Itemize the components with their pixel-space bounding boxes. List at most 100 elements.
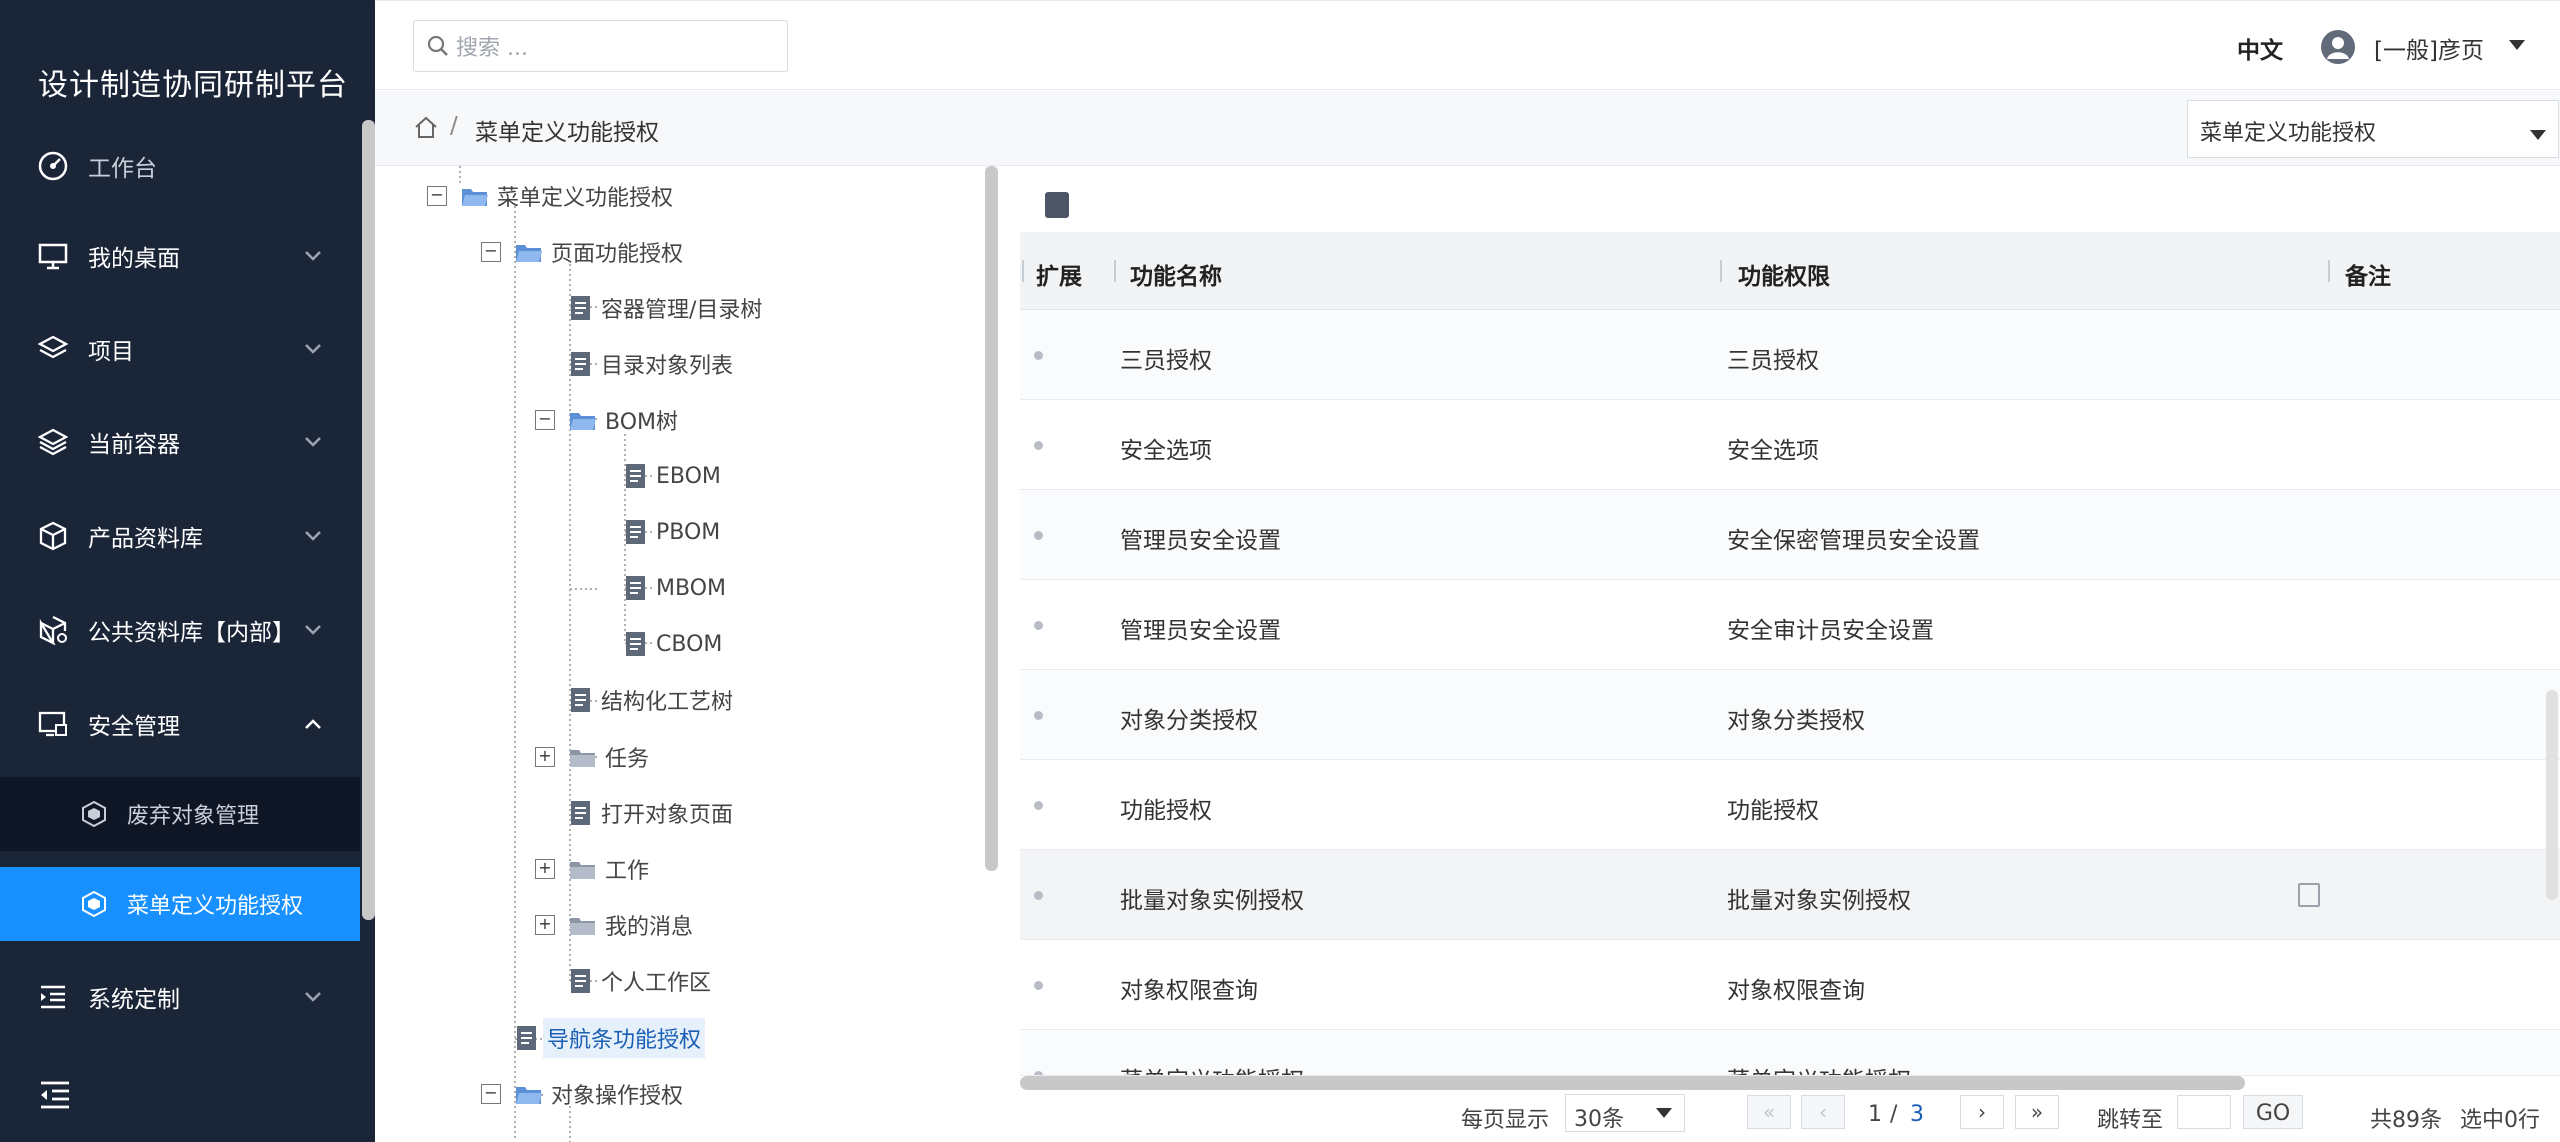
pagination: 每页显示 30条 « ‹ 1 / 3 › » 跳转至 GO 共89条 选中0行 xyxy=(1005,1090,2560,1142)
collapse-node-icon[interactable]: − xyxy=(535,410,555,430)
sidebar-item-workbench[interactable]: 工作台 xyxy=(0,122,362,210)
sidebar-collapse-icon[interactable] xyxy=(38,1078,72,1112)
cell-permission: 安全选项 xyxy=(1727,438,1819,464)
column-header-expand[interactable]: 扩展 xyxy=(1036,257,1082,291)
sidebar-item-label: 工作台 xyxy=(88,156,157,182)
column-header-function-name[interactable]: 功能名称 xyxy=(1130,257,1222,291)
chevron-down-icon xyxy=(304,246,322,267)
collapse-node-icon[interactable]: − xyxy=(481,1084,501,1104)
tree-node-work[interactable]: + 工作 xyxy=(535,849,653,889)
search-input[interactable]: 搜索 ... xyxy=(413,20,788,72)
table-row[interactable]: 安全选项 安全选项 xyxy=(1020,400,2560,490)
document-icon xyxy=(569,295,593,321)
tree-node-menu-auth[interactable]: − 菜单定义功能授权 xyxy=(427,176,677,216)
next-page-button[interactable]: › xyxy=(1960,1095,2004,1129)
sidebar-item-system-custom[interactable]: 系统定制 xyxy=(0,953,362,1041)
jump-page-input[interactable] xyxy=(2177,1095,2231,1129)
per-page-value: 30条 xyxy=(1574,1107,1624,1132)
sidebar-item-my-desktop[interactable]: 我的桌面 xyxy=(0,212,362,300)
row-expand-dot[interactable] xyxy=(1034,981,1043,990)
first-page-button[interactable]: « xyxy=(1747,1095,1791,1129)
table-vertical-scrollbar[interactable] xyxy=(2546,690,2558,900)
expand-node-icon[interactable]: + xyxy=(535,915,555,935)
chevron-down-icon xyxy=(304,526,322,547)
sidebar-subitem-menu-authorization[interactable]: 菜单定义功能授权 xyxy=(0,867,360,941)
column-header-permission[interactable]: 功能权限 xyxy=(1738,257,1830,291)
folder-open-icon xyxy=(569,408,597,432)
per-page-select[interactable]: 30条 xyxy=(1565,1094,1685,1132)
caret-down-icon[interactable] xyxy=(2507,37,2527,56)
table-row[interactable]: 管理员安全设置 安全审计员安全设置 xyxy=(1020,580,2560,670)
tree-node-personal-workspace[interactable]: 个人工作区 xyxy=(535,961,715,1001)
tree-node-ebom[interactable]: EBOM xyxy=(590,456,725,496)
go-button[interactable]: GO xyxy=(2243,1095,2303,1129)
dashboard-icon xyxy=(36,149,70,183)
document-icon xyxy=(569,687,593,713)
prev-page-button[interactable]: ‹ xyxy=(1801,1095,1845,1129)
expand-node-icon[interactable]: + xyxy=(535,859,555,879)
tree-node-cbom[interactable]: CBOM xyxy=(590,624,726,664)
tree-node-catalog-list[interactable]: 目录对象列表 xyxy=(535,344,737,384)
avatar[interactable] xyxy=(2321,30,2355,64)
row-expand-dot[interactable] xyxy=(1034,711,1043,720)
table-row[interactable]: 批量对象实例授权 批量对象实例授权 xyxy=(1020,850,2560,940)
sidebar-item-label: 公共资料库【内部】 xyxy=(88,620,295,646)
column-header-remark[interactable]: 备注 xyxy=(2345,257,2391,291)
expand-node-icon[interactable]: + xyxy=(535,747,555,767)
tree-node-navbar-auth[interactable]: 导航条功能授权 xyxy=(481,1018,706,1058)
tree-node-process-tree[interactable]: 结构化工艺树 xyxy=(535,680,737,720)
tree-node-container-mgmt[interactable]: 容器管理/目录树 xyxy=(535,288,766,328)
tree-scrollbar[interactable] xyxy=(985,166,998,871)
sidebar-item-current-container[interactable]: 当前容器 xyxy=(0,398,362,486)
sidebar-item-label: 产品资料库 xyxy=(88,526,203,552)
table-row[interactable]: 管理员安全设置 安全保密管理员安全设置 xyxy=(1020,490,2560,580)
tree-node-mbom[interactable]: MBOM xyxy=(590,568,730,608)
column-settings-icon[interactable] xyxy=(1045,192,1069,218)
document-icon xyxy=(624,575,648,601)
sidebar-subitem-discarded-objects[interactable]: 废弃对象管理 xyxy=(0,777,360,851)
user-name[interactable]: [一般]彦页 xyxy=(2374,31,2484,65)
home-icon[interactable] xyxy=(413,114,439,144)
table-row[interactable]: 菜单定义功能授权 菜单定义功能授权 xyxy=(1020,1030,2560,1076)
remark-edit-icon[interactable] xyxy=(2298,883,2320,907)
sidebar-item-project[interactable]: 项目 xyxy=(0,305,362,393)
cell-permission: 批量对象实例授权 xyxy=(1727,888,1911,914)
horizontal-scrollbar[interactable] xyxy=(1020,1076,2245,1090)
tree-node-open-object[interactable]: 打开对象页面 xyxy=(535,793,737,833)
column-divider[interactable] xyxy=(1114,260,1116,282)
table-row[interactable]: 对象分类授权 对象分类授权 xyxy=(1020,670,2560,760)
sidebar-item-public-library[interactable]: 公共资料库【内部】 xyxy=(0,586,362,674)
app-title: 设计制造协同研制平台 xyxy=(38,68,348,103)
row-expand-dot[interactable] xyxy=(1034,351,1043,360)
column-divider[interactable] xyxy=(2328,260,2330,282)
column-divider[interactable] xyxy=(1720,260,1722,282)
row-expand-dot[interactable] xyxy=(1034,531,1043,540)
tree-node-label: 导航条功能授权 xyxy=(543,1018,706,1058)
search-placeholder: 搜索 ... xyxy=(456,36,528,61)
tree-node-messages[interactable]: + 我的消息 xyxy=(535,905,697,945)
tree-node-pbom[interactable]: PBOM xyxy=(590,512,724,552)
sidebar-scrollbar[interactable] xyxy=(362,120,375,920)
table-row[interactable]: 三员授权 三员授权 xyxy=(1020,310,2560,400)
tree-node-task[interactable]: + 任务 xyxy=(535,737,653,777)
page-select[interactable]: 菜单定义功能授权 xyxy=(2187,100,2559,158)
row-expand-dot[interactable] xyxy=(1034,801,1043,810)
table-row[interactable]: 功能授权 功能授权 xyxy=(1020,760,2560,850)
cell-permission: 菜单定义功能授权 xyxy=(1727,1061,1911,1075)
column-divider[interactable] xyxy=(1022,260,1024,282)
sidebar-subitem-label: 废弃对象管理 xyxy=(127,804,260,829)
tree-node-bom-tree[interactable]: − BOM树 xyxy=(535,400,682,440)
row-expand-dot[interactable] xyxy=(1034,891,1043,900)
collapse-node-icon[interactable]: − xyxy=(427,186,447,206)
collapse-node-icon[interactable]: − xyxy=(481,242,501,262)
tree-node-page-auth[interactable]: − 页面功能授权 xyxy=(481,232,687,272)
language-switch[interactable]: 中文 xyxy=(2237,31,2283,65)
tree-node-object-op-auth[interactable]: − 对象操作授权 xyxy=(481,1074,687,1114)
sidebar-item-product-library[interactable]: 产品资料库 xyxy=(0,492,362,580)
table-row[interactable]: 对象权限查询 对象权限查询 xyxy=(1020,940,2560,1030)
row-expand-dot[interactable] xyxy=(1034,441,1043,450)
last-page-button[interactable]: » xyxy=(2015,1095,2059,1129)
sidebar-item-security[interactable]: 安全管理 xyxy=(0,680,362,768)
cell-permission: 功能授权 xyxy=(1727,798,1819,824)
row-expand-dot[interactable] xyxy=(1034,621,1043,630)
